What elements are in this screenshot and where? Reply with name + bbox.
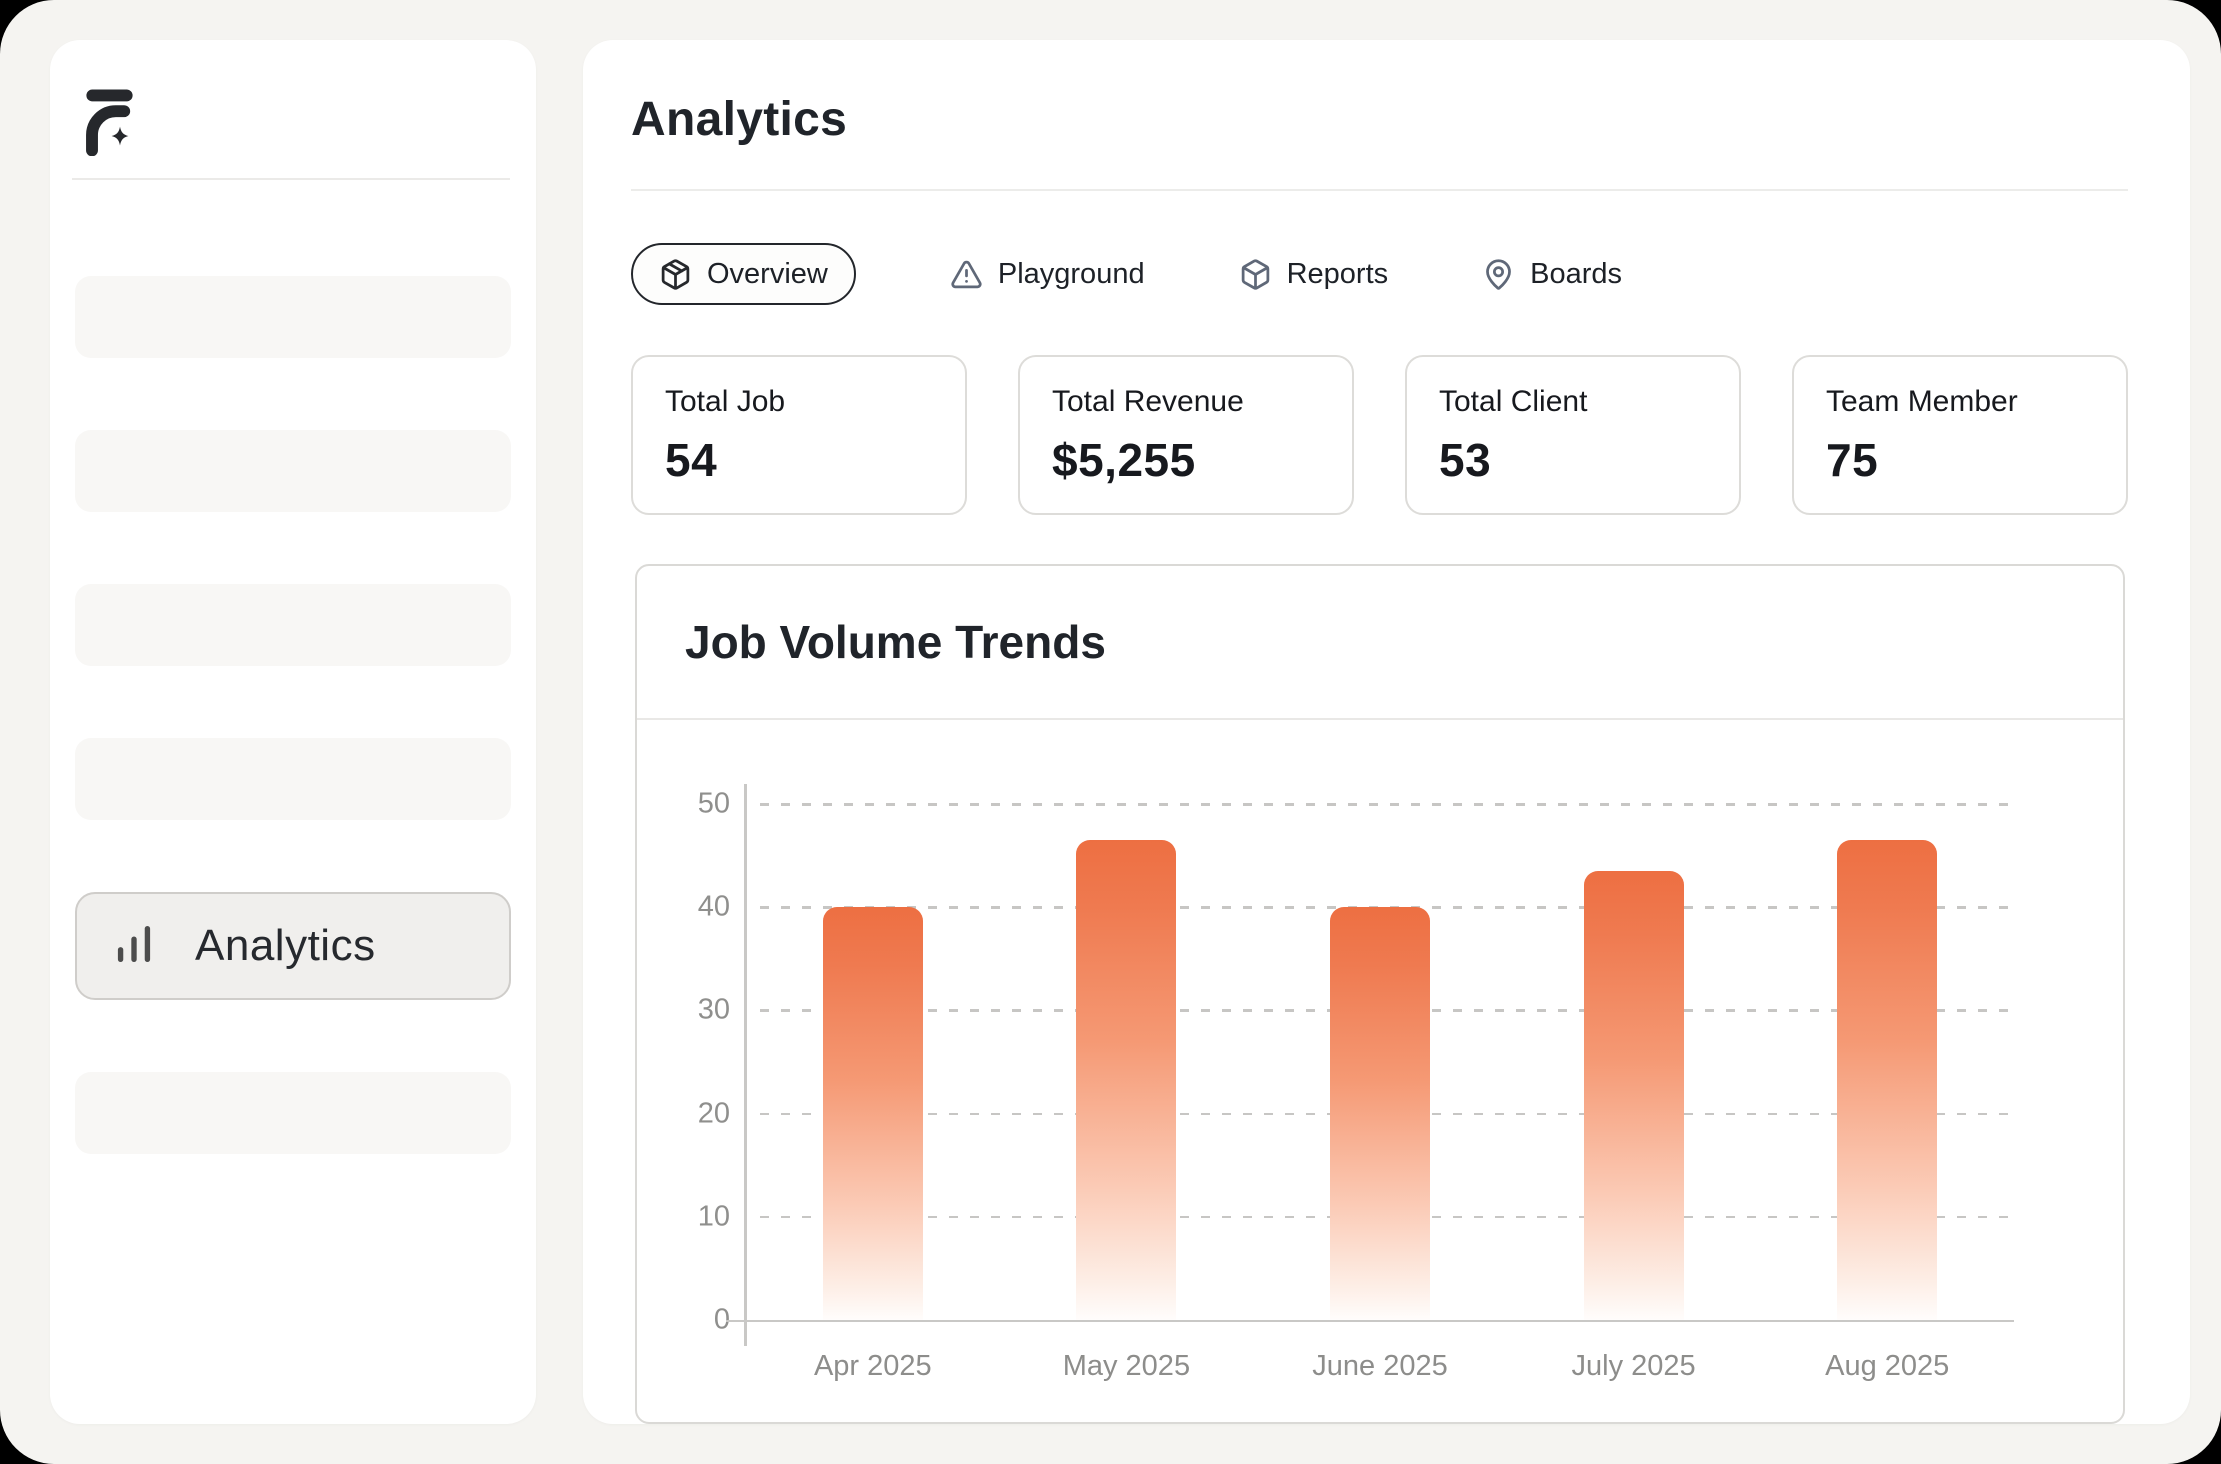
stat-card-total-job: Total Job 54 <box>631 355 967 515</box>
stat-value: 54 <box>665 433 933 487</box>
x-tick-label: Apr 2025 <box>814 1350 932 1383</box>
y-tick-label: 0 <box>650 1304 730 1337</box>
bar-aug-2025[interactable] <box>1837 840 1937 1320</box>
stat-value: $5,255 <box>1052 433 1320 487</box>
stat-label: Total Job <box>665 385 933 419</box>
tab-label: Playground <box>998 258 1145 291</box>
chart-header: Job Volume Trends <box>637 566 2123 720</box>
page-title: Analytics <box>631 92 2128 147</box>
stat-label: Total Client <box>1439 385 1707 419</box>
tab-label: Overview <box>707 258 828 291</box>
stat-card-team-member: Team Member 75 <box>1792 355 2128 515</box>
x-axis-line <box>726 1320 2014 1323</box>
stat-label: Team Member <box>1826 385 2094 419</box>
tab-playground[interactable]: Playground <box>950 258 1145 291</box>
tab-boards[interactable]: Boards <box>1482 258 1622 291</box>
header-divider <box>631 189 2128 191</box>
tab-reports[interactable]: Reports <box>1239 258 1389 291</box>
bar-apr-2025[interactable] <box>823 907 923 1320</box>
tab-label: Reports <box>1287 258 1389 291</box>
bar-july-2025[interactable] <box>1584 871 1684 1320</box>
tabs: Overview Playground Reports Boards <box>631 243 2128 305</box>
stat-card-total-client: Total Client 53 <box>1405 355 1741 515</box>
flow-logo[interactable] <box>78 86 148 156</box>
alert-triangle-icon <box>950 258 983 291</box>
chart-card: Job Volume Trends 0 10 20 30 40 50 Apr 2025 May… <box>635 564 2125 1424</box>
main-panel: Analytics Overview Playground Reports Board… <box>583 40 2190 1424</box>
y-tick-label: 20 <box>650 1097 730 1130</box>
x-tick-label: Aug 2025 <box>1825 1350 1949 1383</box>
bar-chart-plot: 01020304050Apr 2025May 2025June 2025July… <box>746 804 2014 1320</box>
bar-chart-icon <box>111 921 157 972</box>
tab-overview[interactable]: Overview <box>631 243 856 305</box>
sidebar-skeleton-item <box>75 430 511 512</box>
chart-body: 0 10 20 30 40 50 Apr 2025 May 2025 June 2025 July… <box>637 720 2123 1422</box>
bar-may-2025[interactable] <box>1076 840 1176 1320</box>
gridline-50 <box>760 803 2014 806</box>
stat-value: 75 <box>1826 433 2094 487</box>
sidebar-item-analytics[interactable]: Analytics <box>75 892 511 1000</box>
sidebar-divider <box>72 178 510 180</box>
stat-cards: Total Job 54 Total Revenue $5,255 Total Clie… <box>631 355 2128 515</box>
y-tick-label: 30 <box>650 994 730 1027</box>
x-tick-label: June 2025 <box>1312 1350 1447 1383</box>
sidebar-skeleton-item <box>75 738 511 820</box>
sidebar-item-label: Analytics <box>195 921 376 971</box>
map-pin-icon <box>1482 258 1515 291</box>
stat-card-total-revenue: Total Revenue $5,255 <box>1018 355 1354 515</box>
y-tick-label: 10 <box>650 1200 730 1233</box>
y-tick-label: 40 <box>650 891 730 924</box>
box-icon <box>1239 258 1272 291</box>
package-icon <box>659 258 692 291</box>
chart-title: Job Volume Trends <box>685 615 1106 669</box>
stat-value: 53 <box>1439 433 1707 487</box>
x-tick-label: July 2025 <box>1572 1350 1696 1383</box>
stat-label: Total Revenue <box>1052 385 1320 419</box>
app-canvas: Analytics Analytics Overview Playground Re… <box>0 0 2221 1464</box>
sidebar-skeleton-item <box>75 584 511 666</box>
sidebar-skeleton-item <box>75 1072 511 1154</box>
y-tick-label: 50 <box>650 788 730 821</box>
bar-june-2025[interactable] <box>1330 907 1430 1320</box>
x-tick-label: May 2025 <box>1063 1350 1190 1383</box>
sidebar-skeleton-item <box>75 276 511 358</box>
tab-label: Boards <box>1530 258 1622 291</box>
sidebar-items: Analytics <box>75 276 511 1154</box>
y-axis-line <box>744 784 747 1346</box>
sidebar: Analytics <box>50 40 536 1424</box>
